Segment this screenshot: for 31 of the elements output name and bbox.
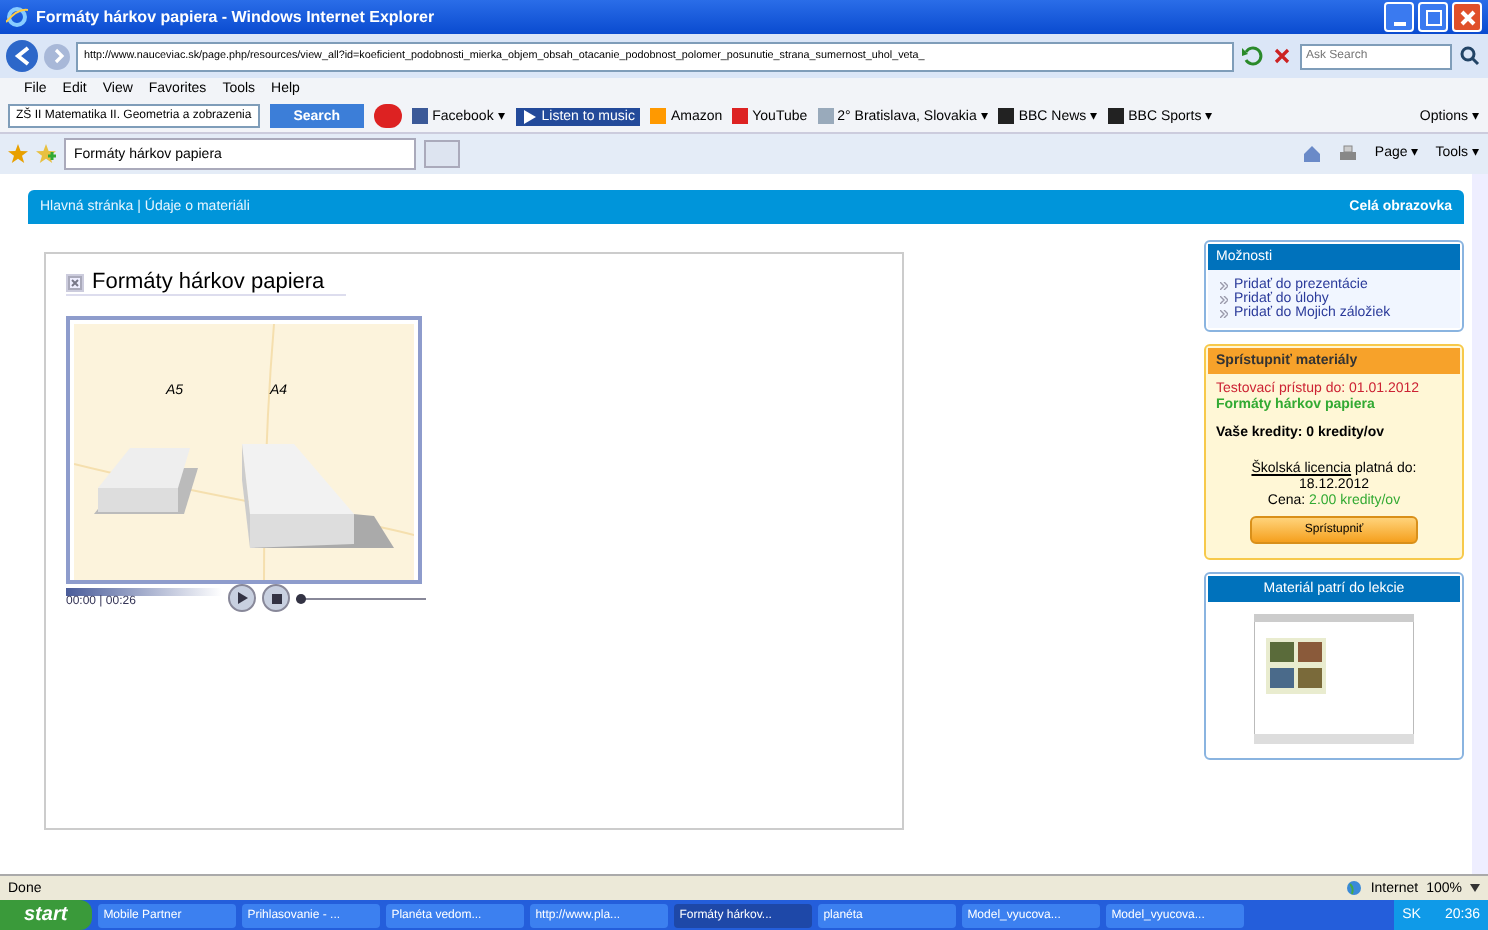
home-icon[interactable] [1302,144,1323,164]
scroll-bar[interactable] [1472,174,1488,874]
caret-icon[interactable] [1470,884,1480,892]
close-icon[interactable] [66,273,84,291]
material-title: Formáty hárkov papiera [92,270,325,294]
globe-logo-icon [6,6,28,28]
play-icon[interactable] [236,592,248,604]
favorites-star-icon[interactable] [8,144,28,164]
play-button[interactable] [228,584,256,612]
slider-thumb[interactable] [296,593,306,603]
minimize-button[interactable] [1384,2,1414,32]
stop-button[interactable] [262,584,290,612]
chevron-icon [1220,281,1228,289]
stop-icon[interactable] [271,593,281,603]
ask-logo-icon[interactable] [374,104,403,128]
chevron-icon [1220,309,1228,317]
close-button[interactable] [1452,2,1482,32]
add-favorite-icon[interactable] [36,144,56,164]
start-button[interactable]: start [0,900,92,930]
print-icon[interactable] [1338,144,1359,164]
maximize-button[interactable] [1418,2,1448,32]
globe-icon [1346,880,1363,896]
chevron-icon [1220,295,1228,303]
site-icon[interactable] [412,108,429,124]
site-icon[interactable] [998,108,1015,124]
play-icon[interactable] [521,109,536,123]
stop-icon[interactable] [1270,44,1294,68]
window-title: Formáty hárkov papiera - Windows Internet Explorer [36,8,437,26]
site-icon[interactable] [1108,108,1125,124]
refresh-icon[interactable] [1240,44,1264,68]
maximize-icon[interactable] [1425,9,1441,25]
